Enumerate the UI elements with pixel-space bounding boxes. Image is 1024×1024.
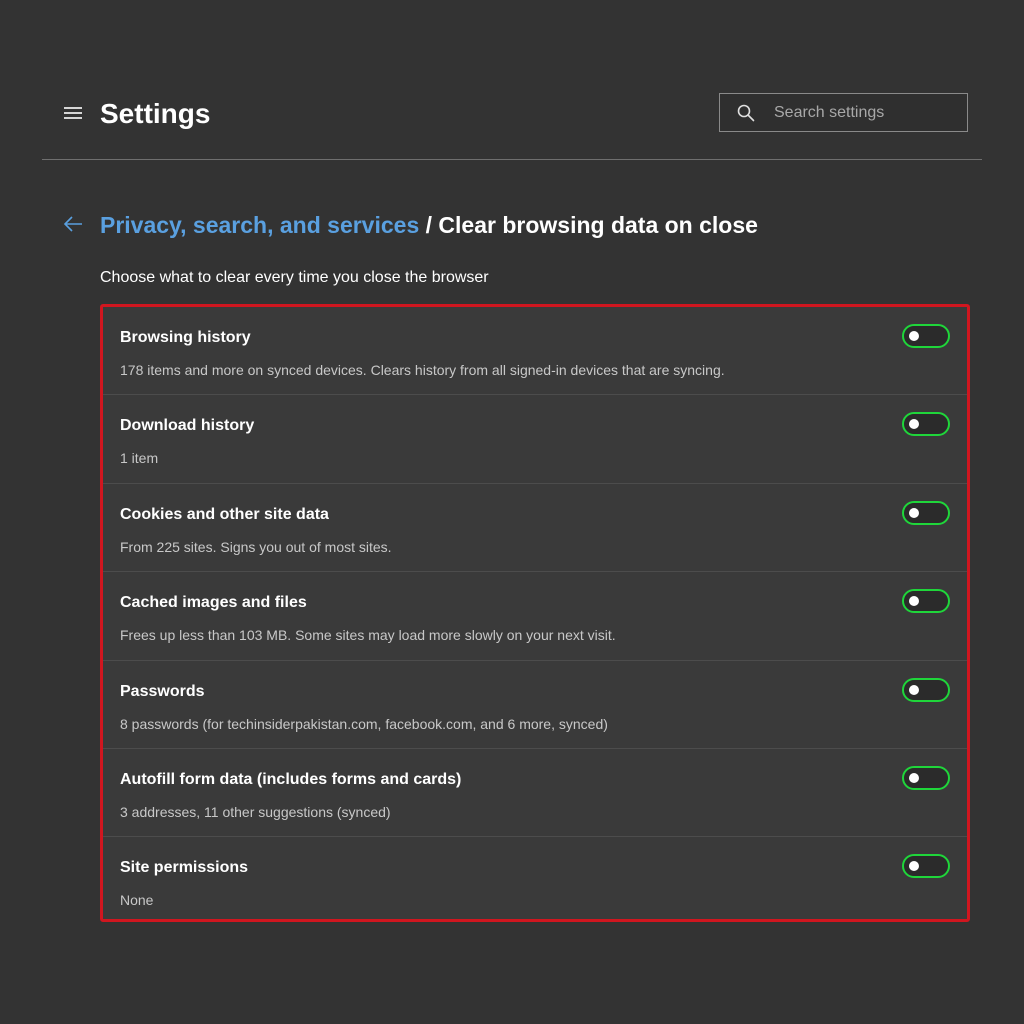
option-description: From 225 sites. Signs you out of most si… <box>120 538 392 555</box>
section-subtitle: Choose what to clear every time you clos… <box>100 269 489 286</box>
breadcrumb: Privacy, search, and services / Clear br… <box>100 210 758 240</box>
option-cached-images: Cached images and files Frees up less th… <box>103 572 967 661</box>
site-permissions-toggle[interactable] <box>902 854 950 879</box>
option-title: Download history <box>120 417 255 435</box>
page-title: Settings <box>100 98 211 129</box>
cookies-toggle[interactable] <box>902 500 950 525</box>
toggle-knob <box>909 419 919 430</box>
toggle-knob <box>909 596 919 607</box>
option-cookies: Cookies and other site data From 225 sit… <box>103 484 967 573</box>
option-title: Cookies and other site data <box>120 505 329 523</box>
option-description: Frees up less than 103 MB. Some sites ma… <box>120 627 616 644</box>
toggle-knob <box>909 507 919 518</box>
option-download-history: Download history 1 item <box>103 395 967 484</box>
option-description: 8 passwords (for techinsiderpakistan.com… <box>120 715 608 732</box>
option-title: Browsing history <box>120 329 251 346</box>
settings-page: Settings Privacy, search, and services /… <box>0 0 1024 1024</box>
breadcrumb-current: Clear browsing data on close <box>438 212 758 238</box>
option-description: 1 item <box>120 450 159 467</box>
back-arrow-icon[interactable] <box>62 213 84 235</box>
breadcrumb-parent-link[interactable]: Privacy, search, and services <box>100 212 419 238</box>
option-description: 3 addresses, 11 other suggestions (synce… <box>120 803 391 820</box>
download-history-toggle[interactable] <box>902 412 950 437</box>
toggle-knob <box>909 861 919 872</box>
option-title: Cached images and files <box>120 594 307 612</box>
option-passwords: Passwords 8 passwords (for techinsiderpa… <box>103 661 967 749</box>
passwords-toggle[interactable] <box>902 677 950 702</box>
clear-options-panel: Browsing history 178 items and more on s… <box>100 304 970 922</box>
option-autofill: Autofill form data (includes forms and c… <box>103 749 967 838</box>
toggle-knob <box>909 772 919 783</box>
search-input[interactable] <box>774 94 959 131</box>
option-site-permissions: Site permissions None <box>103 837 967 925</box>
hamburger-menu-icon[interactable] <box>62 104 84 122</box>
cached-images-toggle[interactable] <box>902 589 950 614</box>
search-box[interactable] <box>719 93 968 132</box>
browsing-history-toggle[interactable] <box>902 324 950 348</box>
autofill-toggle[interactable] <box>902 765 950 790</box>
option-title: Passwords <box>120 682 205 700</box>
option-description: 178 items and more on synced devices. Cl… <box>120 362 725 378</box>
header-divider <box>42 159 982 160</box>
search-icon <box>737 104 755 122</box>
option-description: None <box>120 892 154 909</box>
option-browsing-history: Browsing history 178 items and more on s… <box>103 307 967 396</box>
toggle-knob <box>909 331 919 341</box>
option-title: Site permissions <box>120 859 249 877</box>
breadcrumb-separator: / <box>419 212 439 238</box>
option-title: Autofill form data (includes forms and c… <box>120 770 462 788</box>
toggle-knob <box>909 684 919 695</box>
